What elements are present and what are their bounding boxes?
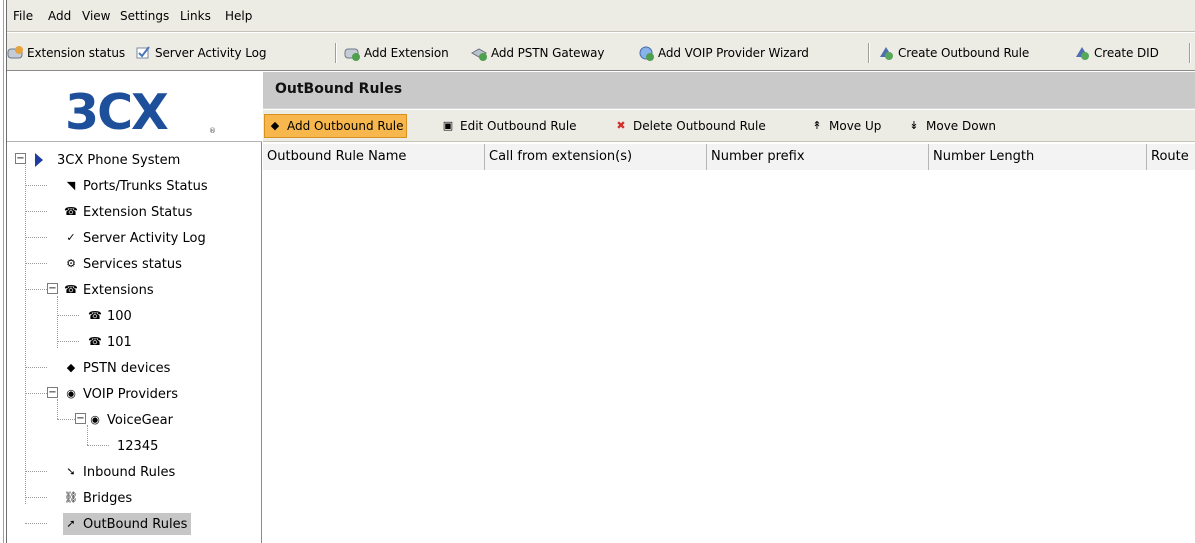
- tree-node-bridges[interactable]: ⛓ Bridges: [63, 487, 132, 509]
- tree-node-inbound-rules[interactable]: ➘ Inbound Rules: [63, 461, 175, 483]
- bridge-icon: ⛓: [64, 491, 78, 504]
- delete-outbound-rule-button[interactable]: ✖ Delete Outbound Rule: [611, 114, 768, 138]
- delete-icon: ✖: [616, 119, 626, 132]
- port-icon: ◥: [66, 179, 76, 192]
- menu-bar: File Add View Settings Links Help: [7, 0, 1195, 32]
- navigation-panel: 3CX ® − 3CX Phone System ◥ Ports/Trunks …: [7, 72, 262, 543]
- provider-icon: ◉: [66, 387, 76, 400]
- add-extension-button[interactable]: Add Extension: [344, 44, 449, 62]
- provider-add-icon: [638, 45, 654, 61]
- application-window: File Add View Settings Links Help Extens…: [0, 0, 1195, 543]
- column-call-from-extensions[interactable]: Call from extension(s): [485, 144, 707, 170]
- move-down-button[interactable]: ↡ Move Down: [904, 114, 998, 138]
- tree-node-extensions[interactable]: ☎ Extensions: [63, 279, 153, 301]
- edit-outbound-rule-button[interactable]: ▣ Edit Outbound Rule: [438, 114, 579, 138]
- menu-add[interactable]: Add: [48, 8, 71, 24]
- collapse-voip-providers-expander[interactable]: −: [47, 387, 58, 398]
- edit-icon: ▣: [442, 119, 454, 132]
- outbound-rule-icon: [878, 45, 894, 61]
- create-did-button[interactable]: Create DID: [1074, 44, 1159, 62]
- add-extension-label: Add Extension: [364, 46, 449, 60]
- outbound-rules-panel: OutBound Rules ◆ Add Outbound Rule ▣ Edit …: [263, 72, 1195, 543]
- tree-node-pstn-devices[interactable]: ◆ PSTN devices: [63, 357, 171, 379]
- tree-node-3cx-phone-system[interactable]: 3CX Phone System: [35, 149, 180, 171]
- main-toolbar: Extension status Server Activity Log Add…: [7, 33, 1195, 71]
- menu-links[interactable]: Links: [180, 8, 211, 24]
- checklist-icon: ✓: [66, 231, 76, 244]
- add-phone-icon: [344, 45, 360, 61]
- collapse-extensions-expander[interactable]: −: [47, 283, 58, 294]
- tree-node-outbound-rules[interactable]: ➚ OutBound Rules: [63, 513, 192, 535]
- tree-node-server-activity-log[interactable]: ✓ Server Activity Log: [63, 227, 205, 249]
- server-activity-log-button[interactable]: Server Activity Log: [135, 44, 267, 62]
- services-icon: ⚙: [66, 257, 76, 270]
- create-did-label: Create DID: [1094, 46, 1159, 60]
- phone-icon: ☎: [64, 205, 78, 218]
- tree-node-extension-100[interactable]: ☎ 100: [87, 305, 132, 327]
- did-icon: [1074, 45, 1090, 61]
- window-left-border: [0, 0, 7, 543]
- checklist-icon: [135, 45, 151, 61]
- menu-settings[interactable]: Settings: [120, 8, 169, 24]
- add-pstn-gateway-label: Add PSTN Gateway: [491, 46, 605, 60]
- server-activity-log-label: Server Activity Log: [155, 46, 267, 60]
- tree-node-extension-status[interactable]: ☎ Extension Status: [63, 201, 192, 223]
- 3cx-logo: 3CX ®: [7, 72, 262, 142]
- toolbar-separator: [868, 43, 870, 63]
- inbound-rule-icon: ➘: [66, 465, 76, 478]
- phone-icon: ☎: [88, 335, 102, 348]
- outbound-actions-toolbar: ◆ Add Outbound Rule ▣ Edit Outbound Rule ✖…: [263, 110, 1195, 142]
- column-route[interactable]: Route: [1147, 144, 1195, 170]
- system-arrow-icon: [35, 153, 43, 167]
- add-pstn-gateway-button[interactable]: Add PSTN Gateway: [471, 44, 605, 62]
- tree-node-12345[interactable]: 12345: [117, 435, 158, 457]
- add-outbound-rule-button[interactable]: ◆ Add Outbound Rule: [264, 114, 407, 138]
- table-header: Outbound Rule Name Call from extension(s…: [263, 144, 1195, 170]
- phone-icon: ☎: [88, 309, 102, 322]
- add-voip-provider-wizard-button[interactable]: Add VOIP Provider Wizard: [638, 44, 809, 62]
- outbound-rule-icon: ➚: [66, 517, 76, 530]
- tree-node-ports-trunks-status[interactable]: ◥ Ports/Trunks Status: [63, 175, 208, 197]
- extension-status-label: Extension status: [27, 46, 125, 60]
- add-voip-provider-wizard-label: Add VOIP Provider Wizard: [658, 46, 809, 60]
- move-down-icon: ↡: [909, 119, 919, 132]
- system-tree: − 3CX Phone System ◥ Ports/Trunks Status …: [7, 146, 262, 543]
- move-up-button[interactable]: ↟ Move Up: [807, 114, 883, 138]
- provider-icon: ◉: [90, 413, 100, 426]
- toolbar-separator: [335, 43, 337, 63]
- move-up-icon: ↟: [812, 119, 822, 132]
- tree-node-voip-providers[interactable]: ◉ VOIP Providers: [63, 383, 178, 405]
- page-title: OutBound Rules: [275, 81, 403, 97]
- menu-file[interactable]: File: [13, 8, 33, 24]
- create-outbound-rule-button[interactable]: Create Outbound Rule: [878, 44, 1029, 62]
- column-outbound-rule-name[interactable]: Outbound Rule Name: [263, 144, 485, 170]
- tree-node-services-status[interactable]: ⚙ Services status: [63, 253, 182, 275]
- gateway-icon: [471, 45, 487, 61]
- menu-help[interactable]: Help: [225, 8, 252, 24]
- phone-icon: ☎: [64, 283, 78, 296]
- collapse-root-expander[interactable]: −: [15, 153, 26, 164]
- toolbar-separator: [1189, 43, 1191, 63]
- create-outbound-rule-label: Create Outbound Rule: [898, 46, 1030, 60]
- tree-node-voicegear[interactable]: ◉ VoiceGear: [87, 409, 173, 431]
- column-number-length[interactable]: Number Length: [929, 144, 1147, 170]
- tree-node-extension-101[interactable]: ☎ 101: [87, 331, 132, 353]
- add-outbound-rule-icon: ◆: [270, 119, 280, 132]
- menu-view[interactable]: View: [82, 8, 110, 24]
- phone-icon: [7, 45, 23, 61]
- collapse-voicegear-expander[interactable]: −: [75, 413, 86, 424]
- column-number-prefix[interactable]: Number prefix: [707, 144, 929, 170]
- outbound-rules-table: Outbound Rule Name Call from extension(s…: [263, 144, 1195, 543]
- page-title-bar: OutBound Rules: [263, 72, 1195, 109]
- tree-label-root: 3CX Phone System: [57, 152, 181, 168]
- gateway-icon: ◆: [66, 361, 76, 374]
- extension-status-button[interactable]: Extension status: [7, 44, 125, 62]
